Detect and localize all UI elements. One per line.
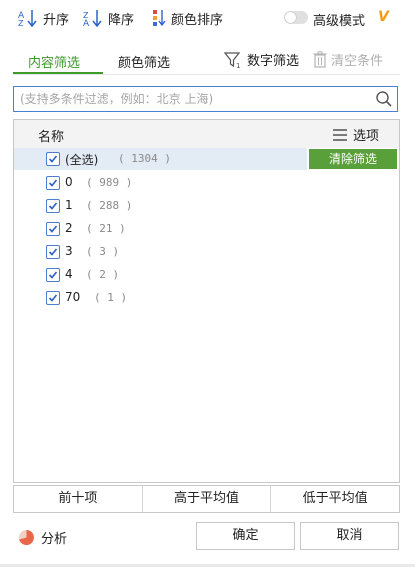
name-column-header: 名称 xyxy=(38,130,65,145)
svg-text:1: 1 xyxy=(236,62,240,69)
list-item[interactable]: 3 ( 3 ) xyxy=(14,241,399,263)
clear-filter-button[interactable]: 清除筛选 xyxy=(309,149,397,169)
checkmark-icon xyxy=(48,179,58,187)
list-item[interactable]: 1 ( 288 ) xyxy=(14,195,399,217)
checkmark-icon xyxy=(48,202,58,210)
sort-descending-icon: Z A xyxy=(83,10,102,27)
list-item-count: ( 3 ) xyxy=(86,245,120,258)
value-list: 名称 选项 (全选) ( 1304 ) 清除筛选 0 ( 989 ) 1 ( 2… xyxy=(13,119,400,483)
tabs-divider xyxy=(13,74,400,75)
clear-conditions-button[interactable]: 清空条件 xyxy=(313,50,383,69)
list-item-label: 1 xyxy=(65,198,73,212)
options-label: 选项 xyxy=(353,129,380,144)
clear-conditions-label: 清空条件 xyxy=(331,54,384,69)
toggle-knob xyxy=(285,12,296,23)
checkbox[interactable] xyxy=(46,268,60,282)
above-average-button[interactable]: 高于平均值 xyxy=(143,486,272,512)
checkbox[interactable] xyxy=(46,245,60,259)
checkbox[interactable] xyxy=(46,222,60,236)
checkmark-icon xyxy=(48,271,58,279)
options-button[interactable]: 选项 xyxy=(332,125,379,144)
checkbox[interactable] xyxy=(46,176,60,190)
sort-descending-label: 降序 xyxy=(108,12,135,28)
list-item-label: 2 xyxy=(65,221,73,235)
advanced-mode-label: 高级模式 xyxy=(313,14,366,29)
list-item[interactable]: 2 ( 21 ) xyxy=(14,218,399,240)
list-item[interactable]: 70 ( 1 ) xyxy=(14,287,399,309)
list-item-count: ( 1304 ) xyxy=(118,152,171,165)
list-item-count: ( 1 ) xyxy=(94,291,128,304)
checkmark-icon xyxy=(48,294,58,302)
svg-text:Z: Z xyxy=(18,19,24,27)
analysis-label: 分析 xyxy=(41,532,68,547)
ok-button[interactable]: 确定 xyxy=(196,522,295,550)
list-item-label: 3 xyxy=(65,244,73,258)
below-average-button[interactable]: 低于平均值 xyxy=(271,486,399,512)
search-icon[interactable] xyxy=(375,90,393,108)
list-item-label: 0 xyxy=(65,175,73,189)
vip-badge-icon: V xyxy=(378,9,389,25)
cancel-button[interactable]: 取消 xyxy=(300,522,399,550)
list-item[interactable]: 0 ( 989 ) xyxy=(14,172,399,194)
sort-descending-button[interactable]: Z A 降序 xyxy=(83,8,134,28)
tab-content-filter[interactable]: 内容筛选 xyxy=(28,52,80,71)
list-item-label: (全选) xyxy=(65,153,99,167)
color-sort-label: 颜色排序 xyxy=(171,12,224,28)
checkmark-icon xyxy=(48,155,58,163)
menu-icon xyxy=(333,128,347,141)
quick-filter-bar: 前十项 高于平均值 低于平均值 xyxy=(13,485,400,513)
checkbox[interactable] xyxy=(46,291,60,305)
list-item-label: 4 xyxy=(65,267,73,281)
color-sort-icon xyxy=(153,10,166,27)
sort-ascending-button[interactable]: A Z 升序 xyxy=(18,8,69,28)
list-item[interactable]: 4 ( 2 ) xyxy=(14,264,399,286)
list-item-label: 70 xyxy=(65,290,81,304)
checkbox[interactable] xyxy=(46,152,60,166)
sort-ascending-icon: A Z xyxy=(18,10,37,27)
color-sort-button[interactable]: 颜色排序 xyxy=(150,8,223,28)
search-box xyxy=(13,86,398,112)
analysis-button[interactable]: 分析 xyxy=(18,528,67,547)
list-item-select-all[interactable]: (全选) ( 1304 ) xyxy=(14,148,307,170)
search-input[interactable] xyxy=(20,90,370,108)
list-item-count: ( 989 ) xyxy=(86,176,133,189)
checkmark-icon xyxy=(48,248,58,256)
pie-chart-icon xyxy=(19,530,34,545)
list-item-count: ( 288 ) xyxy=(86,199,133,212)
svg-text:A: A xyxy=(83,19,90,27)
checkmark-icon xyxy=(48,225,58,233)
list-header: 名称 选项 xyxy=(14,120,399,148)
number-filter-label: 数字筛选 xyxy=(247,54,300,69)
tab-color-filter[interactable]: 颜色筛选 xyxy=(118,52,170,71)
trash-icon xyxy=(313,51,327,68)
number-filter-button[interactable]: 1 数字筛选 xyxy=(224,50,299,69)
sort-ascending-label: 升序 xyxy=(43,12,70,28)
funnel-icon: 1 xyxy=(224,51,240,69)
list-item-count: ( 2 ) xyxy=(86,268,120,281)
advanced-mode-toggle[interactable] xyxy=(284,11,308,24)
top10-button[interactable]: 前十项 xyxy=(14,486,143,512)
checkbox[interactable] xyxy=(46,199,60,213)
list-item-count: ( 21 ) xyxy=(86,222,126,235)
